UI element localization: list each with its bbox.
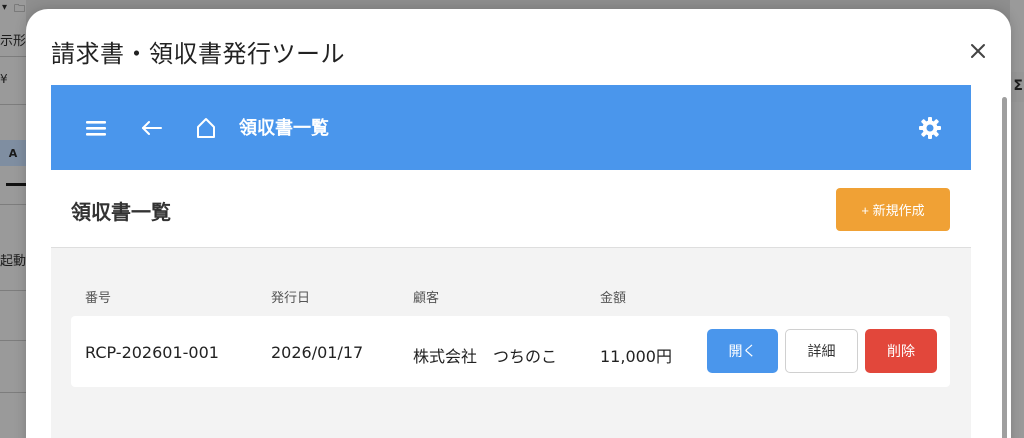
receipt-number: RCP-202601-001: [85, 343, 219, 362]
dialog-scrollbar[interactable]: [1002, 97, 1007, 438]
customer-name: 株式会社 つちのこ: [413, 347, 558, 366]
app-header: 領収書一覧: [51, 85, 971, 170]
column-header-customer: 顧客: [413, 291, 440, 306]
background-right-strip: [1010, 0, 1024, 438]
receipt-app: 領収書一覧 領収書一覧 + 新規作成 番号 発行日 顧客 金額 RCP-2026…: [51, 85, 971, 438]
header-title: 領収書一覧: [239, 118, 329, 139]
gear-icon: [919, 117, 941, 139]
page-title: 領収書一覧: [71, 200, 171, 224]
column-header-date: 発行日: [271, 291, 311, 306]
hamburger-icon: [86, 121, 106, 136]
back-button[interactable]: [137, 113, 167, 143]
table-row: RCP-202601-001 2026/01/17 株式会社 つちのこ 11,0…: [71, 316, 950, 387]
menu-button[interactable]: [81, 113, 111, 143]
close-button[interactable]: [964, 37, 992, 65]
home-button[interactable]: [191, 113, 221, 143]
background-left-strip: [0, 0, 26, 438]
home-icon: [197, 118, 215, 138]
tool-dialog: 請求書・領収書発行ツール 領収書一覧 領収書一覧 + 新規作成 番号 発行日 顧…: [26, 9, 1011, 438]
open-button[interactable]: 開く: [707, 329, 778, 373]
background-separator: [0, 104, 26, 105]
delete-button[interactable]: 削除: [865, 329, 937, 373]
detail-button[interactable]: 詳細: [785, 329, 858, 373]
background-border-line: [6, 183, 26, 186]
background-sigma-icon: Σ: [1013, 78, 1023, 94]
dialog-title: 請求書・領収書発行ツール: [51, 40, 345, 68]
back-arrow-icon: [142, 121, 162, 135]
background-column-header-a: A: [0, 140, 26, 166]
column-header-amount: 金額: [600, 291, 627, 306]
close-icon: [971, 44, 985, 58]
issue-date: 2026/01/17: [271, 343, 364, 362]
background-separator: [0, 392, 26, 393]
background-yen-symbol: ¥: [0, 72, 8, 86]
new-receipt-button[interactable]: + 新規作成: [836, 188, 950, 231]
background-tab-text: 示形: [0, 34, 27, 49]
settings-button[interactable]: [915, 113, 945, 143]
background-separator: [0, 340, 26, 341]
background-separator: [0, 290, 26, 291]
column-header-number: 番号: [85, 291, 112, 306]
page-toolbar: 領収書一覧 + 新規作成: [51, 170, 971, 248]
background-folder-icon: 🗀: [14, 2, 25, 15]
amount: 11,000円: [600, 347, 672, 366]
background-separator: [0, 56, 26, 57]
background-separator: [0, 204, 26, 205]
background-dropdown-icon: ▾: [2, 2, 8, 13]
